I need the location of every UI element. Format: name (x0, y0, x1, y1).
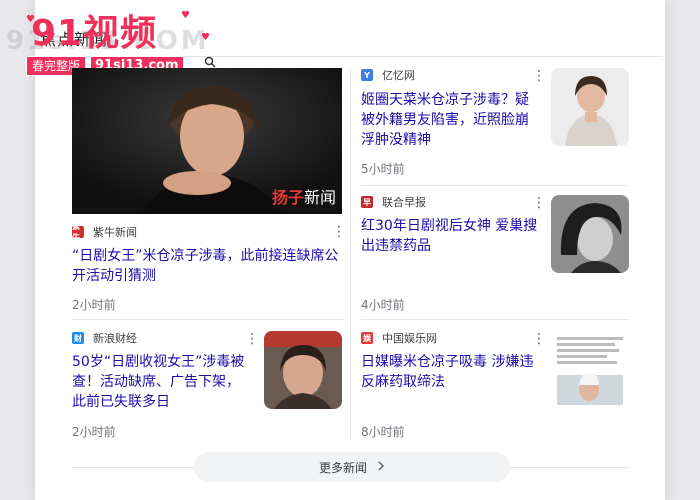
article-time: 8小时前 (361, 425, 405, 439)
divider (361, 319, 629, 320)
more-news-label: 更多新闻 (318, 460, 367, 475)
article-image[interactable]: 扬子新闻 (72, 68, 342, 214)
article-thumbnail[interactable] (264, 331, 342, 409)
source-row: 财 新浪财经 (72, 330, 137, 346)
source-row: Y 亿忆网 (361, 67, 415, 83)
heart-icon: ♥ (201, 32, 210, 43)
article-headline[interactable]: 50岁“日剧收视女王”涉毒被查！活动缺席、广告下架，此前已失联多日 (72, 352, 250, 412)
chevron-right-icon (377, 459, 385, 475)
source-logo-icon: 娱 (361, 332, 373, 344)
source-logo-icon: 早 (361, 196, 373, 208)
heart-icon: ♥ (26, 14, 35, 25)
article-headline[interactable]: 红30年日剧视后女神 爱巢搜出违禁药品 (361, 216, 541, 256)
article-time: 2小时前 (72, 298, 116, 312)
source-name[interactable]: 中国娱乐网 (382, 330, 437, 346)
article-headline[interactable]: “日剧女王”米仓凉子涉毒，此前接连缺席公开活动引猜测 (72, 246, 344, 286)
more-vert-icon[interactable]: ⋮ (332, 225, 346, 239)
column-divider (350, 68, 351, 440)
more-news-button[interactable]: 更多新闻 (194, 452, 510, 482)
source-name[interactable]: 紫牛新闻 (93, 224, 137, 240)
article-time: 4小时前 (361, 298, 405, 312)
source-name[interactable]: 联合早报 (382, 194, 426, 210)
source-logo-icon: Y (361, 69, 373, 81)
source-name[interactable]: 亿忆网 (382, 67, 415, 83)
image-watermark: 扬子新闻 (271, 188, 336, 207)
more-vert-icon[interactable]: ⋮ (532, 196, 546, 210)
source-name[interactable]: 新浪财经 (93, 330, 137, 346)
article-thumbnail[interactable] (551, 195, 629, 273)
source-row: 娱 中国娱乐网 (361, 330, 437, 346)
source-row: 早 联合早报 (361, 194, 426, 210)
more-vert-icon[interactable]: ⋮ (245, 332, 259, 346)
article-time: 2小时前 (72, 425, 116, 439)
brand-logo: 91视频 (31, 13, 158, 54)
divider (72, 319, 344, 320)
divider (361, 185, 629, 186)
source-row: 紫牛 紫牛新闻 (72, 222, 137, 242)
article-time: 5小时前 (361, 162, 405, 176)
source-logo-icon: 紫牛 (72, 222, 84, 242)
more-vert-icon[interactable]: ⋮ (532, 69, 546, 83)
article-headline[interactable]: 日媒曝米仓凉子吸毒 涉嫌违反麻药取缔法 (361, 352, 541, 392)
article-headline[interactable]: 姬圈天菜米仓凉子涉毒？疑被外籍男友陷害，近照脸崩浮肿没精神 (361, 90, 541, 150)
more-vert-icon[interactable]: ⋮ (532, 332, 546, 346)
source-logo-icon: 财 (72, 332, 84, 344)
heart-icon: ♥ (181, 10, 190, 21)
article-thumbnail[interactable] (551, 331, 629, 409)
article-thumbnail[interactable] (551, 68, 629, 146)
